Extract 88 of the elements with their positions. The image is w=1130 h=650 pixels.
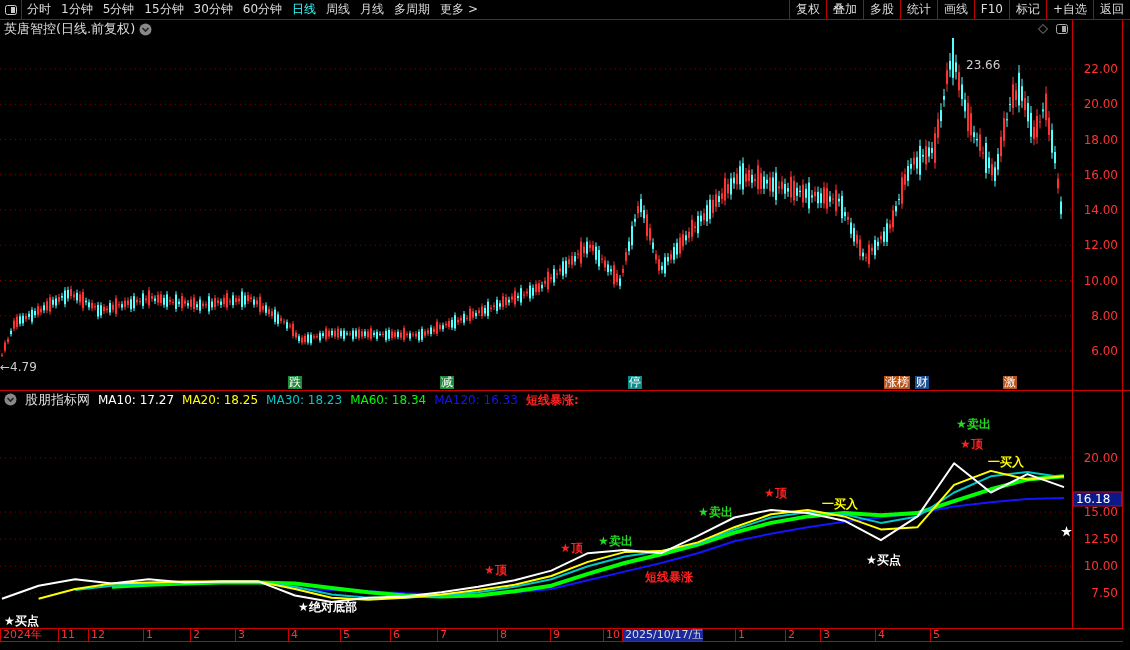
chart-marker: ★顶 (560, 541, 583, 555)
panel-toggle-icon[interactable] (1056, 24, 1068, 34)
toolbar-button[interactable]: 标记 (1008, 0, 1046, 19)
period-tab[interactable]: 分时 (22, 0, 56, 19)
toolbar-button[interactable]: F10 (973, 0, 1009, 19)
axis-label: 16.00 (1083, 168, 1118, 182)
date-label: 3 (235, 629, 245, 641)
axis-label: 22.00 (1083, 62, 1118, 76)
axis-label: 12.00 (1083, 238, 1118, 252)
event-tag[interactable]: 涨榜 (884, 376, 910, 389)
chart-title: 英唐智控(日线.前复权) (3, 20, 136, 39)
period-tab[interactable]: 5分钟 (97, 0, 140, 19)
date-label: 7 (437, 629, 447, 641)
chart-marker: ★卖出 (698, 505, 733, 519)
axis-label: 12.50 (1083, 532, 1118, 546)
chart-marker: 一买入 (988, 455, 1024, 469)
chart-marker: ★顶 (960, 437, 983, 451)
toolbar-button[interactable]: 统计 (899, 0, 937, 19)
legend-item: MA10: 17.27 (98, 391, 175, 409)
axis-label: 7.50 (1091, 586, 1118, 600)
axis-label: 15.00 (1083, 505, 1118, 519)
period-tab[interactable]: 1分钟 (56, 0, 98, 19)
date-label: 2 (190, 629, 200, 641)
date-label: 6 (390, 629, 400, 641)
date-label: 4 (288, 629, 298, 641)
axis-label: 18.00 (1083, 133, 1118, 146)
event-tag[interactable]: 激 (1003, 376, 1017, 389)
chart-marker: ★顶 (484, 563, 507, 577)
legend-item: 短线暴涨: (525, 391, 579, 409)
toolbar-button[interactable]: 多股 (862, 0, 900, 19)
toolbar-button[interactable]: 返回 (1093, 0, 1130, 19)
low-price-label: ←4.79 (0, 360, 37, 374)
event-tag[interactable]: 减 (440, 376, 454, 389)
date-label: 8 (497, 629, 507, 641)
event-tag[interactable]: 停 (628, 376, 642, 389)
chart-marker: 一买入 (822, 497, 858, 511)
toolbar-button[interactable]: 画线 (936, 0, 974, 19)
date-label: 2025/10/17/五 (622, 629, 704, 641)
period-tab[interactable]: 30分钟 (188, 0, 238, 19)
axis-label: 10.00 (1083, 559, 1118, 573)
legend-item: MA120: 16.33 (434, 391, 518, 409)
high-price-label: 23.66 (966, 58, 1001, 72)
date-label: 4 (875, 629, 885, 641)
axis-label: 6.00 (1091, 344, 1118, 358)
toolbar-button[interactable]: +自选 (1045, 0, 1093, 19)
chart-marker: 短线暴涨 (645, 570, 693, 584)
date-label: 9 (550, 629, 560, 641)
collapse-icon[interactable] (4, 393, 17, 406)
period-tab[interactable]: 60分钟 (237, 0, 288, 19)
legend-item: MA60: 18.34 (350, 391, 427, 409)
date-label: 2024年 (0, 629, 42, 641)
chart-marker: ★买点 (4, 614, 39, 628)
chart-marker: ★绝对底部 (298, 600, 357, 614)
chart-marker: ★卖出 (956, 417, 991, 431)
panel-toggle-icon[interactable] (4, 4, 17, 15)
date-label: 5 (340, 629, 350, 641)
toolbar-button[interactable]: 叠加 (825, 0, 863, 19)
axis-label: 10.00 (1083, 274, 1118, 287)
toolbar-button[interactable]: 复权 (788, 0, 826, 19)
date-label: 12 (88, 629, 105, 641)
axis-label: 14.00 (1083, 203, 1118, 217)
event-tag[interactable]: 财 (915, 376, 929, 389)
period-tab[interactable]: 月线 (355, 0, 390, 19)
date-label: 2 (785, 629, 795, 641)
chart-marker: ★买点 (866, 553, 901, 567)
date-label: 11 (58, 629, 75, 641)
chart-marker: ★卖出 (598, 534, 633, 548)
date-label: 5 (930, 629, 940, 641)
period-tab[interactable]: 日线 (287, 0, 322, 19)
period-tab[interactable]: 多周期 (389, 0, 436, 19)
axis-label: 20.00 (1083, 451, 1118, 465)
dropdown-icon[interactable] (139, 22, 153, 36)
legend-item: MA20: 18.25 (182, 391, 259, 409)
date-label: 10 (603, 629, 620, 641)
indicator-name[interactable]: 股朋指标网 (25, 389, 90, 410)
period-tab[interactable]: 15分钟 (139, 0, 189, 19)
current-value-label: 16.18 (1073, 491, 1122, 507)
legend-item: MA30: 18.23 (266, 391, 343, 409)
period-tab[interactable]: 周线 (321, 0, 356, 19)
event-tag[interactable]: 跌 (288, 376, 302, 389)
star-icon (1061, 526, 1072, 537)
axis-label: 20.00 (1083, 97, 1118, 111)
chart-marker: ★顶 (764, 486, 787, 500)
date-label: 3 (820, 629, 830, 641)
date-label: 1 (735, 629, 745, 641)
date-label: 1 (143, 629, 153, 641)
axis-label: 8.00 (1091, 309, 1118, 323)
period-tab[interactable]: 更多 > (435, 0, 483, 19)
